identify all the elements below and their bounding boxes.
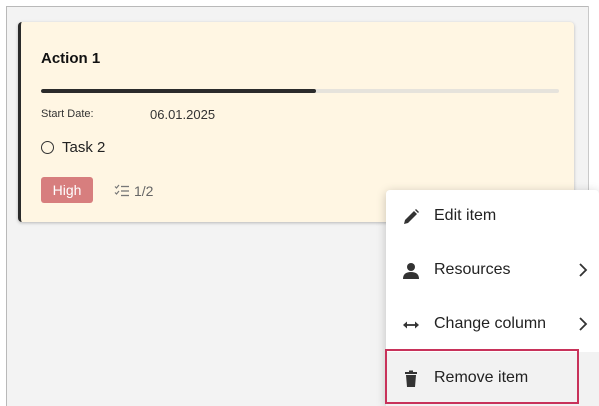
menu-item-label: Edit item: [434, 207, 497, 224]
context-menu: Edit item Resources Change column Remove…: [386, 190, 599, 406]
start-date-value: 06.01.2025: [150, 107, 216, 122]
menu-item-change-column[interactable]: Change column: [386, 298, 599, 352]
task-row[interactable]: Task 2: [41, 137, 105, 157]
pencil-icon: [404, 209, 419, 224]
progress-bar: [41, 89, 559, 93]
menu-item-label: Resources: [434, 261, 511, 278]
card-title: Action 1: [41, 50, 101, 67]
menu-item-label: Change column: [434, 315, 547, 332]
chevron-right-icon: [579, 317, 588, 331]
menu-item-resources[interactable]: Resources: [386, 244, 599, 298]
person-icon: [403, 263, 419, 279]
start-date-label: Start Date:: [41, 108, 94, 120]
menu-item-edit[interactable]: Edit item: [386, 190, 599, 244]
arrows-horizontal-icon: [403, 321, 419, 329]
priority-badge: High: [41, 177, 93, 203]
checklist-count: 1/2: [134, 183, 154, 199]
menu-item-label: Remove item: [434, 369, 529, 386]
task-label: Task 2: [62, 138, 106, 156]
menu-item-remove[interactable]: Remove item: [386, 352, 599, 406]
chevron-right-icon: [579, 263, 588, 277]
progress-fill: [41, 89, 316, 93]
trash-icon: [405, 370, 417, 387]
checklist-indicator: 1/2: [114, 183, 153, 199]
checklist-icon: [114, 184, 129, 197]
task-radio-icon[interactable]: [41, 140, 54, 154]
